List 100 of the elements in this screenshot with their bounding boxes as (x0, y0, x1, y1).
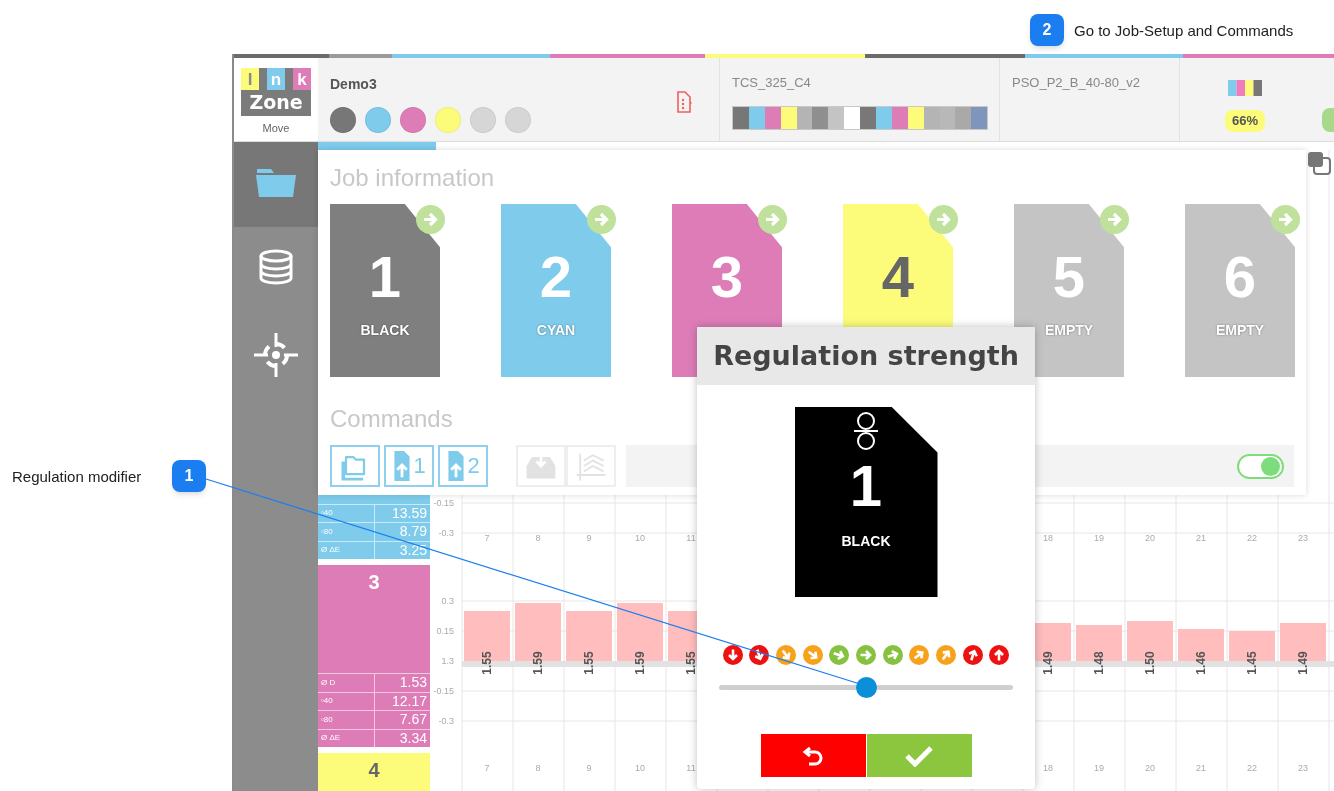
slider-thumb[interactable] (855, 677, 877, 698)
axis-tick-label: 0.15 (436, 626, 454, 636)
axis-tick-label: 0.3 (441, 596, 454, 606)
zone-number: 4 (367, 758, 381, 783)
column-label: 9 (586, 533, 592, 543)
stat-label: ▫80 (318, 523, 375, 541)
toggle-switch[interactable] (1237, 453, 1284, 479)
stat-value: 3.25 (398, 541, 428, 559)
arrow-right-icon[interactable] (1100, 205, 1129, 234)
stat-label: ▫40 (318, 692, 375, 710)
arrow-right-icon[interactable] (758, 205, 787, 234)
logo-letter: I (241, 68, 259, 90)
baseline-label: 1.3 (441, 656, 454, 666)
column-label: 10 (635, 763, 645, 773)
column-label: 23 (1298, 763, 1308, 773)
coverage-badge: 66% (1225, 110, 1265, 132)
column-label: 11 (686, 533, 696, 543)
bar-value: 1.49 (1296, 651, 1310, 675)
file-upload-icon (446, 449, 467, 483)
stat-label: Ø D (318, 674, 375, 692)
color-bars-icon (1228, 80, 1262, 96)
column-label: 11 (686, 763, 696, 773)
logo-caption: Move (262, 121, 290, 136)
bar-value: 1.59 (531, 651, 545, 675)
stat-label: ▫40 (318, 504, 375, 522)
axis-tick-label: -0.15 (433, 498, 454, 508)
stat-value: 3.34 (398, 729, 428, 747)
column-label: 18 (1043, 763, 1053, 773)
column-label: 22 (1247, 763, 1257, 773)
column-label: 8 (535, 763, 541, 773)
column-label: 23 (1298, 533, 1308, 543)
bar-value: 1.59 (633, 651, 647, 675)
bar-value: 1.55 (582, 651, 596, 675)
unit-label: BLACK (360, 321, 410, 340)
stat-value: 7.67 (398, 711, 428, 729)
unit-number: 1 (368, 248, 402, 306)
undo-button[interactable] (760, 734, 866, 777)
strip-name: TCS_325_C4 (732, 74, 812, 92)
dialog-title: Regulation strength (697, 327, 1035, 385)
column-label: 9 (586, 763, 592, 773)
callout-badge: 2 (1030, 14, 1064, 46)
stat-value: 1.53 (398, 674, 428, 692)
unit-number: 5 (1052, 248, 1086, 306)
stat-label: Ø ΔE (318, 541, 375, 559)
check-icon (905, 744, 933, 767)
logo-letter: k (293, 68, 311, 90)
bar-value: 1.50 (1143, 651, 1157, 675)
column-label: 21 (1196, 763, 1206, 773)
axis-tick-label: -0.3 (438, 528, 454, 538)
unit-number: 3 (710, 248, 744, 306)
arrow-right-icon[interactable] (1271, 205, 1300, 234)
column-label: 20 (1145, 763, 1155, 773)
unit-label: BLACK (841, 532, 891, 551)
regulation-icon (853, 411, 879, 451)
axis-tick-label: -0.15 (433, 686, 454, 696)
bar-value: 1.55 (684, 651, 698, 675)
undo-icon (802, 744, 824, 767)
copy-icon[interactable] (1306, 150, 1332, 176)
command-button[interactable]: 2 (438, 445, 488, 487)
document-icon (676, 91, 692, 113)
stat-value: 12.17 (390, 692, 428, 710)
callout-text: Regulation modifier (12, 467, 142, 487)
column-label: 19 (1094, 533, 1104, 543)
arrow-right-icon[interactable] (587, 205, 616, 234)
bar-value: 1.48 (1092, 651, 1106, 675)
column-label: 8 (535, 533, 541, 543)
column-label: 10 (635, 533, 645, 543)
unit-label: EMPTY (1215, 321, 1265, 340)
stat-label: Ø ΔE (318, 729, 375, 747)
file-upload-icon (392, 449, 413, 483)
callout-badge: 1 (172, 460, 206, 492)
unit-number: 1 (849, 457, 883, 515)
target-icon (254, 332, 298, 377)
ink-unit-card[interactable]: 2 CYAN (501, 204, 611, 377)
strip-name: PSO_P2_B_40-80_v2 (1012, 74, 1141, 92)
column-label: 7 (484, 533, 490, 543)
stat-label: ▫80 (318, 711, 375, 729)
ink-unit-card[interactable]: 1 BLACK (330, 204, 440, 377)
column-label: 20 (1145, 533, 1155, 543)
bar-value: 1.55 (480, 651, 494, 675)
stat-value: 8.79 (398, 523, 428, 541)
column-label: 22 (1247, 533, 1257, 543)
column-label: 7 (484, 763, 490, 773)
unit-number: 6 (1223, 248, 1257, 306)
ink-unit-card[interactable]: 6 EMPTY (1185, 204, 1295, 377)
bar-value: 1.49 (1041, 651, 1055, 675)
sidebar-item[interactable] (234, 142, 318, 227)
confirm-button[interactable] (866, 734, 972, 777)
logo-text: Zone (249, 90, 303, 114)
bar-value: 1.46 (1194, 651, 1208, 675)
column-label: 18 (1043, 533, 1053, 543)
stat-value: 13.59 (390, 504, 428, 522)
command-button[interactable] (330, 445, 380, 487)
unit-number: 4 (881, 248, 915, 306)
axis-tick-label: -0.3 (438, 716, 454, 726)
command-button[interactable]: 1 (384, 445, 434, 487)
arrow-right-icon[interactable] (416, 205, 445, 234)
unit-number: 2 (539, 248, 573, 306)
logo-letter: n (267, 68, 285, 90)
slider[interactable] (719, 677, 1013, 698)
